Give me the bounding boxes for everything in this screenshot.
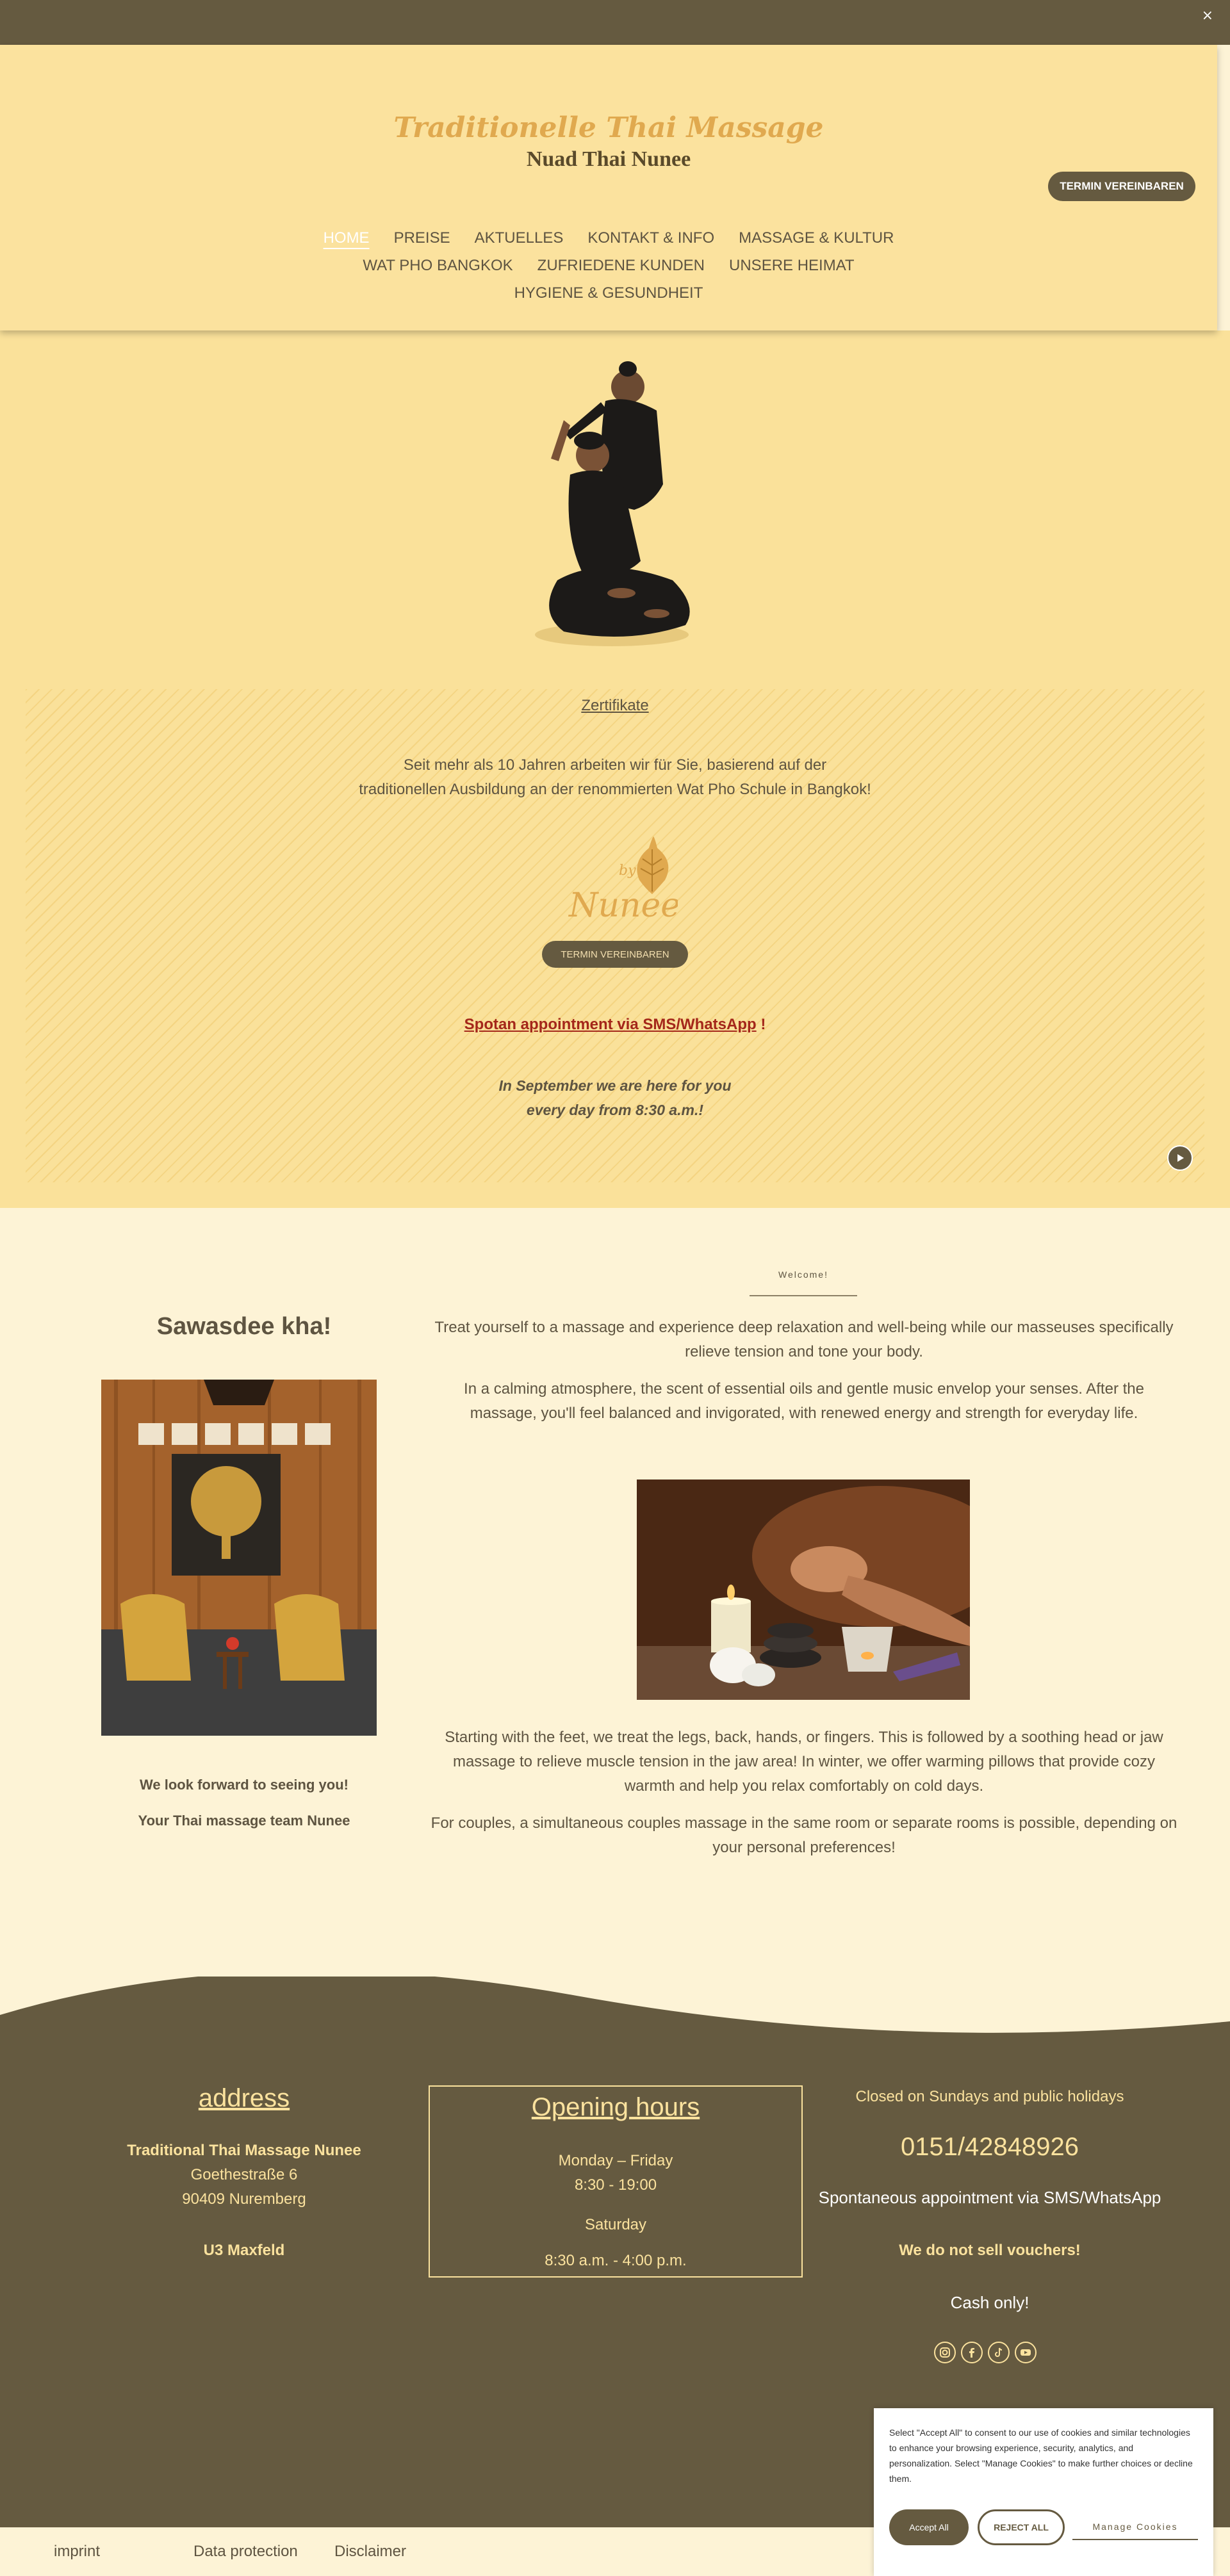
paragraph-4: For couples, a simultaneous couples mass…	[430, 1814, 1177, 1856]
nav-item-heimat[interactable]: UNSERE HEIMAT	[729, 257, 855, 275]
book-appointment-button-hero[interactable]: TERMIN VEREINBAREN	[542, 941, 688, 968]
sms-note: Spontaneous appointment via SMS/WhatsApp	[818, 2188, 1161, 2207]
hours-weekdays-time: 8:30 - 19:00	[574, 2176, 657, 2194]
disclaimer-link[interactable]: Disclaimer	[334, 2543, 406, 2561]
nav-item-home[interactable]: HOME	[324, 229, 370, 247]
welcome-label: Welcome!	[778, 1269, 828, 1280]
left-note-2: Your Thai massage team Nunee	[138, 1813, 350, 1829]
nav-row: HYGIENE & GESUNDHEIT	[0, 279, 1217, 307]
paragraph-3: Starting with the feet, we treat the leg…	[445, 1729, 1163, 1795]
manage-cookies-button[interactable]: Manage Cookies	[1072, 2515, 1198, 2540]
svg-text:by: by	[619, 863, 636, 879]
nav-row: HOME PREISE AKTUELLES KONTAKT & INFO MAS…	[0, 224, 1217, 252]
cookie-banner: Select "Accept All" to consent to our us…	[874, 2408, 1213, 2576]
play-icon	[1177, 1154, 1184, 1162]
nav-item-hygiene[interactable]: HYGIENE & GESUNDHEIT	[514, 284, 703, 302]
youtube-icon[interactable]	[1015, 2342, 1037, 2363]
site-header: Traditionelle Thai Massage Nuad Thai Nun…	[0, 45, 1217, 330]
nav-row: WAT PHO BANGKOK ZUFRIEDENE KUNDEN UNSERE…	[0, 252, 1217, 279]
nav-item-aktuelles[interactable]: AKTUELLES	[475, 229, 564, 247]
social-links	[934, 2342, 1037, 2363]
address-name: Traditional Thai Massage Nunee	[127, 2142, 361, 2159]
spa-photo	[637, 1480, 970, 1700]
top-bar: ×	[0, 0, 1230, 45]
cookie-text: Select "Accept All" to consent to our us…	[889, 2427, 1193, 2484]
tiktok-icon[interactable]	[988, 2342, 1010, 2363]
facebook-icon[interactable]	[961, 2342, 983, 2363]
left-note-1: We look forward to seeing you!	[140, 1777, 348, 1793]
paragraph-1: Treat yourself to a massage and experien…	[434, 1319, 1174, 1360]
welcome-section: Welcome! Sawasdee kha! We look forward t…	[0, 1208, 1230, 1977]
nav-item-massage-kultur[interactable]: MASSAGE & KULTUR	[739, 229, 894, 247]
nav-item-kontakt[interactable]: KONTAKT & INFO	[587, 229, 714, 247]
cash-note: Cash only!	[950, 2293, 1029, 2312]
sms-suffix: !	[756, 1016, 766, 1033]
main-nav: HOME PREISE AKTUELLES KONTAKT & INFO MAS…	[0, 224, 1217, 307]
accept-all-button[interactable]: Accept All	[889, 2509, 969, 2545]
phone-number[interactable]: 0151/42848926	[807, 2133, 1172, 2162]
instagram-icon[interactable]	[934, 2342, 956, 2363]
nav-item-kunden[interactable]: ZUFRIEDENE KUNDEN	[537, 257, 705, 275]
close-icon[interactable]: ×	[1202, 8, 1213, 24]
address-city: 90409 Nuremberg	[182, 2190, 306, 2208]
reject-all-button[interactable]: REJECT ALL	[978, 2509, 1065, 2545]
hours-saturday: Saturday	[584, 2216, 647, 2233]
imprint-link[interactable]: imprint	[54, 2543, 100, 2561]
nunee-logo: by Nunee	[568, 836, 678, 925]
data-protection-link[interactable]: Data protection	[193, 2543, 298, 2561]
svg-text:Nunee: Nunee	[568, 886, 678, 925]
address-transit: U3 Maxfeld	[203, 2242, 285, 2259]
book-appointment-button[interactable]: TERMIN VEREINBAREN	[1048, 172, 1195, 201]
paragraph-2: In a calming atmosphere, the scent of es…	[464, 1380, 1144, 1422]
site-subtitle: Nuad Thai Nunee	[526, 147, 691, 171]
hero-text: Seit mehr als 10 Jahren arbeiten wir für…	[359, 756, 871, 798]
september-note: In September we are here for you every d…	[0, 1073, 1230, 1122]
address-street: Goethestraße 6	[190, 2166, 298, 2183]
hero-section: Zertifikate Seit mehr als 10 Jahren arbe…	[0, 330, 1230, 1208]
hours-saturday-time: 8:30 a.m. - 4:00 p.m.	[545, 2252, 687, 2269]
massage-room-photo	[101, 1380, 377, 1736]
massage-illustration	[535, 361, 690, 646]
sms-whatsapp-link[interactable]: Spotan appointment via SMS/WhatsApp	[464, 1016, 757, 1033]
september-line-2: every day from 8:30 a.m.!	[526, 1102, 704, 1118]
opening-hours-title: Opening hours	[531, 2093, 700, 2121]
nav-item-wat-pho[interactable]: WAT PHO BANGKOK	[363, 257, 512, 275]
divider	[750, 1295, 857, 1296]
address-title: address	[198, 2084, 290, 2112]
section-heading: Sawasdee kha!	[156, 1313, 332, 1340]
sms-appointment-line: Spotan appointment via SMS/WhatsApp !	[0, 1016, 1230, 1034]
vouchers-note: We do not sell vouchers!	[899, 2242, 1081, 2259]
nav-item-preise[interactable]: PREISE	[394, 229, 450, 247]
certificates-link[interactable]: Zertifikate	[0, 697, 1230, 715]
hours-weekdays: Monday – Friday	[558, 2152, 673, 2169]
site-title[interactable]: Traditionelle Thai Massage	[0, 111, 1217, 144]
closed-note: Closed on Sundays and public holidays	[855, 2088, 1124, 2105]
september-line-1: In September we are here for you	[498, 1077, 732, 1094]
play-button[interactable]	[1167, 1145, 1193, 1171]
